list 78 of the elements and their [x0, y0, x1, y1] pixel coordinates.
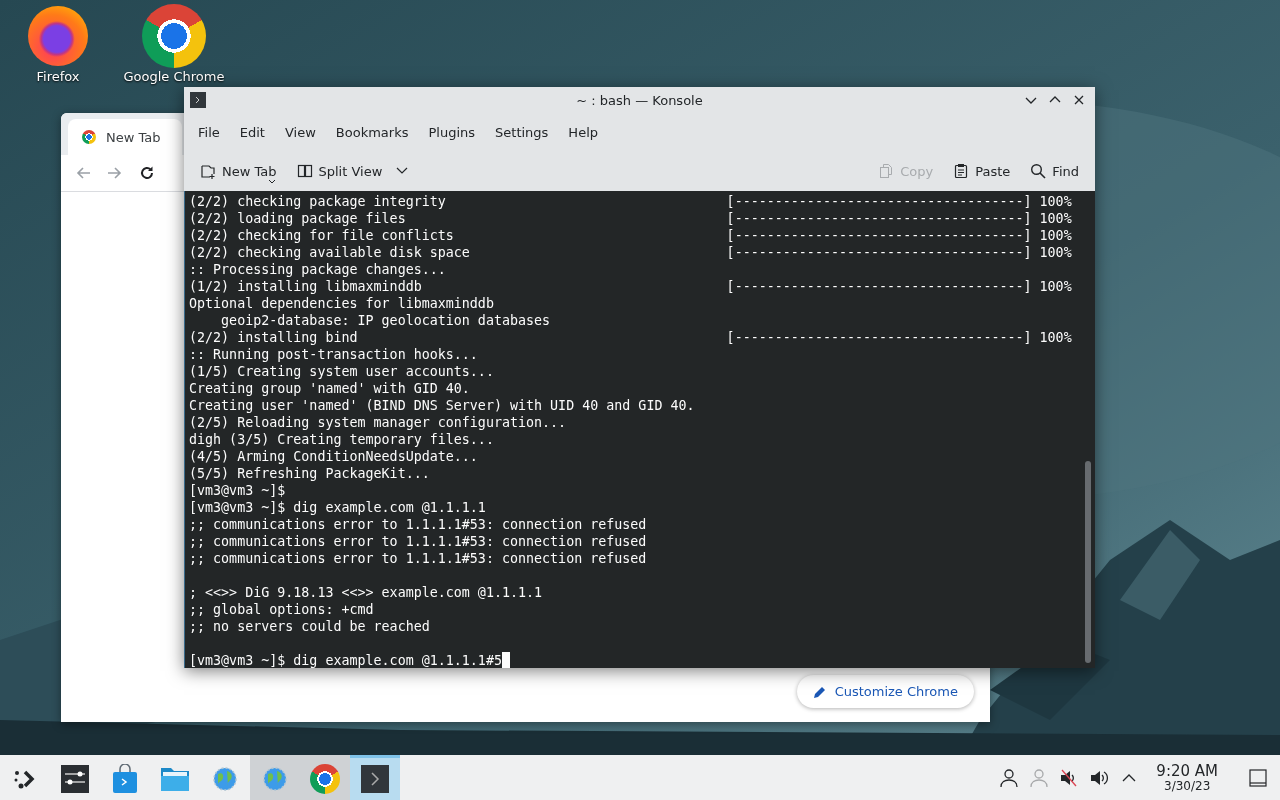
terminal-line: :: Processing package changes... — [189, 261, 446, 278]
terminal-line: (2/5) Reloading system manager configuration... — [189, 414, 567, 431]
new-tab-button[interactable]: New Tab — [192, 156, 285, 186]
progress-text: [------------------------------------] 100% — [726, 193, 1072, 210]
browser-tab[interactable]: New Tab — [68, 119, 182, 155]
folder-icon — [160, 766, 190, 792]
progress-text: [------------------------------------] 100% — [726, 210, 1072, 227]
progress-text: [------------------------------------] 100% — [726, 278, 1072, 295]
forward-arrow-icon — [107, 165, 123, 181]
window-title: ~ : bash — Konsole — [575, 92, 704, 108]
copy-icon — [878, 163, 895, 179]
clipboard-icon — [953, 163, 970, 179]
menu-item[interactable]: View — [274, 120, 326, 144]
terminal-line: (2/2) checking for file conflicts — [189, 227, 455, 244]
browser-logo-icon — [82, 130, 96, 144]
terminal-line: ;; global options: +cmd — [189, 601, 374, 618]
menu-item[interactable]: File — [188, 120, 230, 144]
customize-button[interactable]: Customize Chrome — [796, 675, 974, 708]
terminal-line: [vm3@vm3 ~]$ — [189, 482, 286, 499]
shopping-bag-icon — [112, 764, 138, 794]
progress-text: [------------------------------------] 100% — [726, 244, 1072, 261]
pencil-icon — [812, 684, 827, 699]
caret-up-icon — [1122, 772, 1137, 783]
user-icon — [1029, 767, 1050, 788]
globe-icon — [262, 766, 288, 792]
terminal-line: ; <<>> DiG 9.18.13 <<>> example.com @1.1.1.1 — [189, 584, 543, 601]
progress-text: [------------------------------------] 100% — [726, 227, 1072, 244]
terminal-line: (2/2) checking available disk space — [189, 244, 471, 261]
browser-logo-icon — [310, 764, 340, 794]
menu-item[interactable]: Bookmarks — [325, 120, 419, 144]
menu-item[interactable]: Plugins — [418, 120, 486, 144]
user-button[interactable] — [998, 766, 1021, 789]
clock[interactable]: 9:20 AM 3/30/23 — [1148, 763, 1226, 792]
search-icon — [1030, 163, 1047, 179]
terminal-line: ;; no servers could be reached — [189, 618, 430, 635]
terminal-line: digh (3/5) Creating temporary files... — [189, 431, 494, 448]
terminal-line: ;; communications error to 1.1.1.1#53: connection refused — [189, 550, 647, 567]
split-view-icon — [296, 163, 313, 179]
terminal-line: geoip2-database: IP geolocation databases — [220, 312, 551, 329]
terminal-line: ;; communications error to 1.1.1.1#53: connection refused — [189, 533, 647, 550]
chevron-icon — [396, 167, 409, 175]
terminal-line: [vm3@vm3 ~]$ dig example.com @1.1.1.1#5 — [189, 652, 502, 668]
terminal-line: Creating group 'named' with GID 40. — [189, 380, 470, 397]
terminal-line: (4/5) Arming ConditionNeedsUpdate... — [189, 448, 478, 465]
menu-item[interactable]: Help — [558, 120, 608, 144]
desktop-icon-label[interactable]: Google Chrome — [123, 69, 225, 84]
terminal-line: (1/5) Creating system user accounts... — [189, 363, 494, 380]
find-button[interactable]: Find — [1022, 156, 1087, 186]
caret-icon — [268, 179, 276, 185]
user-icon — [999, 767, 1020, 788]
new-tab-icon — [200, 163, 216, 179]
terminal-line: Creating user 'named' (BIND DNS Server) with UID 40 and GID 40. — [189, 397, 695, 414]
paste-button[interactable]: Paste — [945, 156, 1019, 186]
terminal-line: (5/5) Refreshing PackageKit... — [189, 465, 430, 482]
show-desktop-icon — [1249, 768, 1267, 787]
terminal-line: [vm3@vm3 ~]$ dig example.com @1.1.1.1 — [189, 499, 486, 516]
menu-item[interactable]: Edit — [229, 120, 275, 144]
terminal-line: (1/2) installing libmaxminddb — [189, 278, 423, 295]
terminal-line: Optional dependencies for libmaxminddb — [189, 295, 494, 312]
reload-icon — [139, 165, 155, 181]
terminal-line: (2/2) loading package files — [189, 210, 407, 227]
terminal-line: (2/2) installing bind — [189, 329, 359, 346]
taskbar-item[interactable] — [350, 755, 400, 800]
back-arrow-icon — [75, 165, 91, 181]
menu-item[interactable]: Settings — [485, 120, 559, 144]
progress-text: [------------------------------------] 100% — [726, 329, 1072, 346]
terminal-line: ;; communications error to 1.1.1.1#53: connection refused — [189, 516, 647, 533]
split-view-button[interactable]: Split View — [288, 156, 417, 186]
terminal-line: :: Running post-transaction hooks... — [189, 346, 478, 363]
terminal-icon — [361, 765, 389, 793]
globe-icon — [212, 766, 238, 792]
desktop-icon-label[interactable]: Firefox — [36, 69, 80, 84]
text-cursor — [501, 652, 510, 668]
sliders-icon — [61, 765, 89, 793]
terminal-app-icon[interactable] — [190, 92, 206, 108]
scrollbar-thumb[interactable] — [1085, 461, 1091, 663]
close-icon — [1073, 94, 1085, 106]
terminal-line: (2/2) checking package integrity — [189, 193, 447, 210]
